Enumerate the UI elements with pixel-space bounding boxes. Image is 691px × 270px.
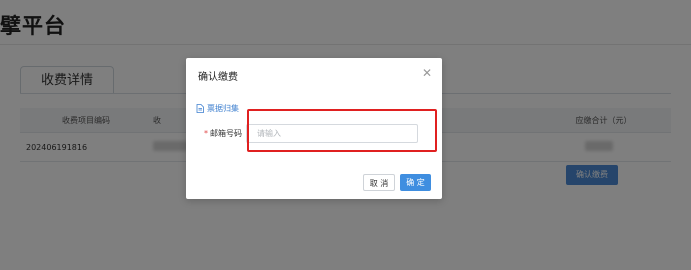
confirm-payment-dialog: 确认缴费 ✕ 票据归集 * 邮箱号码 取 消 确 定 [186, 58, 442, 199]
receipt-collection-link[interactable]: 票据归集 [196, 103, 239, 114]
document-icon [196, 104, 204, 113]
email-label: 邮箱号码 [210, 129, 242, 138]
ok-button[interactable]: 确 定 [400, 174, 431, 191]
dialog-title: 确认缴费 [198, 72, 238, 83]
email-input[interactable] [246, 124, 418, 143]
receipt-collection-label: 票据归集 [207, 104, 239, 113]
email-form-row: * 邮箱号码 [204, 124, 418, 143]
close-icon[interactable]: ✕ [422, 66, 432, 80]
required-asterisk: * [204, 129, 208, 138]
cancel-button[interactable]: 取 消 [363, 174, 395, 191]
